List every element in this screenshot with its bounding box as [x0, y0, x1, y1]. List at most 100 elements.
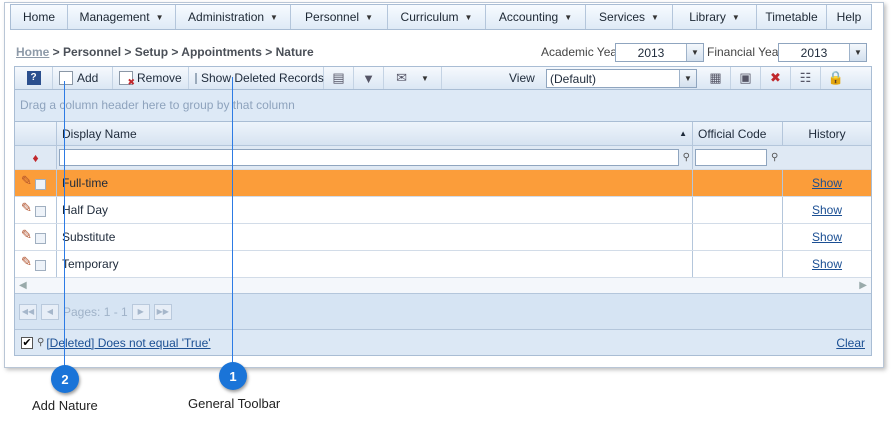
- official-code-filter-cell: ⚲: [693, 146, 783, 169]
- menu-administration[interactable]: Administration ▼: [176, 5, 291, 29]
- menu-personnel[interactable]: Personnel ▼: [291, 5, 388, 29]
- history-show-link[interactable]: Show: [812, 230, 842, 244]
- export-button[interactable]: ✉ ▼: [384, 67, 442, 89]
- history-show-link[interactable]: Show: [812, 257, 842, 271]
- display-name-cell: Temporary: [57, 251, 693, 277]
- filter-icon: ⚲: [37, 337, 45, 348]
- remove-button[interactable]: Remove: [113, 67, 189, 89]
- history-show-link[interactable]: Show: [812, 176, 842, 190]
- new-view-button[interactable]: ▣: [731, 67, 761, 89]
- chevron-down-icon: ▼: [731, 12, 740, 22]
- table-row[interactable]: ✎ Temporary Show: [15, 250, 871, 277]
- menu-services[interactable]: Services ▼: [586, 5, 673, 29]
- filter-enabled-checkbox[interactable]: ✔: [21, 336, 33, 349]
- menu-home[interactable]: Home: [11, 5, 68, 29]
- clear-filter-link[interactable]: Clear: [836, 336, 865, 350]
- export-icon: ✉: [396, 70, 407, 85]
- chevron-down-icon: ▼: [564, 12, 573, 22]
- scroll-left-icon[interactable]: ◀: [19, 280, 27, 291]
- new-view-icon: ▣: [739, 70, 752, 85]
- help-button[interactable]: ?: [15, 67, 53, 89]
- display-name-cell: Full-time: [57, 170, 693, 196]
- edit-pencil-icon[interactable]: ✎: [21, 200, 32, 216]
- financial-year-select[interactable]: 2013 ▼: [778, 43, 867, 62]
- group-by-drop-area[interactable]: Drag a column header here to group by th…: [14, 90, 872, 121]
- row-checkbox[interactable]: [34, 260, 46, 271]
- menu-label: Home: [22, 10, 55, 24]
- filter-expression-link[interactable]: [Deleted] Does not equal 'True': [46, 336, 836, 350]
- row-checkbox[interactable]: [34, 206, 46, 217]
- group-by-hint: Drag a column header here to group by th…: [20, 98, 295, 112]
- table-row[interactable]: ✎ Full-time Show: [15, 169, 871, 196]
- chevron-down-icon: ▼: [464, 12, 473, 22]
- menu-help[interactable]: Help: [827, 5, 871, 29]
- scroll-right-icon[interactable]: ▶: [859, 280, 867, 291]
- chevron-down-icon: ▼: [270, 12, 278, 22]
- display-name-filter-input[interactable]: [59, 149, 679, 166]
- next-page-button[interactable]: ▶: [131, 303, 150, 320]
- show-deleted-toggle[interactable]: Show Deleted Records: [189, 67, 324, 89]
- menu-library[interactable]: Library ▼: [673, 5, 757, 29]
- last-page-button[interactable]: ▶▶: [153, 303, 172, 320]
- chevron-down-icon[interactable]: ▼: [849, 44, 866, 61]
- menu-label: Timetable: [765, 10, 818, 24]
- table-row[interactable]: ✎ Substitute Show: [15, 223, 871, 250]
- history-cell: Show: [783, 251, 871, 277]
- clear-filter-button[interactable]: ♦: [15, 146, 57, 169]
- filter-options-icon[interactable]: ⚲: [683, 152, 690, 163]
- display-name-cell: Half Day: [57, 197, 693, 223]
- lock-icon: 🔒: [827, 70, 845, 85]
- edit-pencil-icon[interactable]: ✎: [21, 227, 32, 243]
- active-filter-bar: ✔ ⚲ [Deleted] Does not equal 'True' Clea…: [15, 329, 871, 355]
- academic-year-select[interactable]: 2013 ▼: [615, 43, 704, 62]
- save-view-button[interactable]: ▦: [701, 67, 731, 89]
- column-header-official-code[interactable]: Official Code: [693, 122, 783, 145]
- official-code-cell: [693, 224, 783, 250]
- grid-filter-row: ♦ ⚲ ⚲: [15, 145, 871, 169]
- horizontal-scrollbar[interactable]: ◀ ▶: [15, 277, 871, 293]
- menu-label: Library: [689, 10, 726, 24]
- callout-label-add-nature: Add Nature: [32, 398, 98, 413]
- layout-button[interactable]: ☷: [791, 67, 821, 89]
- official-code-filter-input[interactable]: [695, 149, 767, 166]
- filter-options-icon[interactable]: ⚲: [771, 152, 778, 163]
- history-cell: Show: [783, 197, 871, 223]
- chevron-down-icon[interactable]: ▼: [679, 70, 696, 87]
- show-deleted-checkbox[interactable]: [195, 72, 197, 84]
- breadcrumb-path: > Personnel > Setup > Appointments > Nat…: [49, 45, 314, 59]
- filter-button[interactable]: ▼: [354, 67, 384, 89]
- menu-curriculum[interactable]: Curriculum ▼: [388, 5, 486, 29]
- breadcrumb-home-link[interactable]: Home: [16, 45, 49, 59]
- layout-icon: ☷: [799, 70, 812, 85]
- academic-year-value: 2013: [637, 45, 665, 60]
- row-checkbox[interactable]: [34, 233, 46, 244]
- column-header-history[interactable]: History: [783, 122, 871, 145]
- chevron-down-icon[interactable]: ▼: [686, 44, 703, 61]
- columns-button[interactable]: ▤: [324, 67, 354, 89]
- delete-view-button[interactable]: ✖: [761, 67, 791, 89]
- menu-label: Services: [599, 10, 646, 24]
- previous-page-button[interactable]: ◀: [41, 303, 59, 320]
- row-controls: ✎: [15, 197, 57, 223]
- official-code-cell: [693, 197, 783, 223]
- menu-timetable[interactable]: Timetable: [757, 5, 827, 29]
- column-header-display-name[interactable]: Display Name ▲: [57, 122, 693, 145]
- chevron-down-icon: ▼: [651, 12, 659, 22]
- menu-management[interactable]: Management ▼: [68, 5, 176, 29]
- menu-label: Management: [79, 10, 150, 24]
- lock-button[interactable]: 🔒: [821, 67, 851, 89]
- general-toolbar: ? Add Remove Show Deleted Records ▤ ▼ ✉▼…: [14, 66, 872, 90]
- new-page-icon: [59, 71, 73, 85]
- chevron-down-icon[interactable]: ▼: [421, 74, 429, 83]
- first-page-button[interactable]: ◀◀: [19, 303, 37, 320]
- edit-pencil-icon[interactable]: ✎: [21, 254, 32, 270]
- menu-accounting[interactable]: Accounting ▼: [486, 5, 586, 29]
- history-show-link[interactable]: Show: [812, 203, 842, 217]
- view-select[interactable]: (Default) ▼: [546, 69, 697, 88]
- official-code-cell: [693, 251, 783, 277]
- row-checkbox[interactable]: [34, 179, 46, 190]
- edit-pencil-icon[interactable]: ✎: [21, 173, 32, 189]
- data-grid: Display Name ▲ Official Code History ♦ ⚲…: [14, 121, 872, 356]
- table-row[interactable]: ✎ Half Day Show: [15, 196, 871, 223]
- add-button[interactable]: Add: [53, 67, 113, 89]
